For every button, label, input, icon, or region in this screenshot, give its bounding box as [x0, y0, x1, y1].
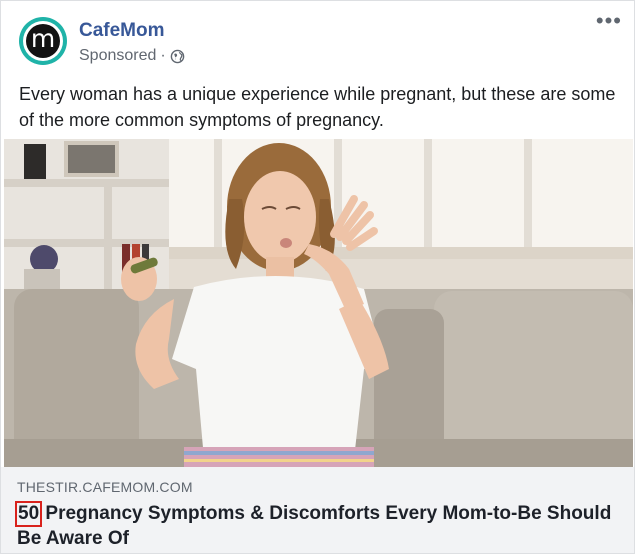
avatar[interactable]: m: [19, 17, 67, 65]
ad-photo-illustration: [4, 139, 633, 467]
avatar-ring: m: [23, 21, 63, 61]
globe-icon[interactable]: [170, 49, 185, 64]
post-header: m CafeMom Sponsored · •••: [1, 1, 634, 77]
headline-number-highlight: 50: [14, 501, 43, 527]
page-name-link[interactable]: CafeMom: [79, 20, 165, 42]
separator-dot: ·: [160, 47, 166, 64]
sponsored-label[interactable]: Sponsored: [79, 47, 156, 65]
link-headline[interactable]: 50 Pregnancy Symptoms & Discomforts Ever…: [14, 501, 617, 551]
sponsored-row: Sponsored ·: [79, 47, 185, 65]
cafemom-logo: m: [26, 24, 60, 58]
ad-post-card: m CafeMom Sponsored · ••• Every woman ha…: [0, 0, 635, 554]
link-preview[interactable]: THESTIR.CAFEMOM.COM 50 Pregnancy Symptom…: [1, 467, 634, 553]
headline-text: Pregnancy Symptoms & Discomforts Every M…: [17, 503, 612, 549]
post-caption: Every woman has a unique experience whil…: [19, 84, 616, 130]
link-domain: THESTIR.CAFEMOM.COM: [17, 479, 193, 495]
more-options-icon[interactable]: •••: [596, 10, 622, 32]
ad-image[interactable]: [4, 139, 633, 467]
